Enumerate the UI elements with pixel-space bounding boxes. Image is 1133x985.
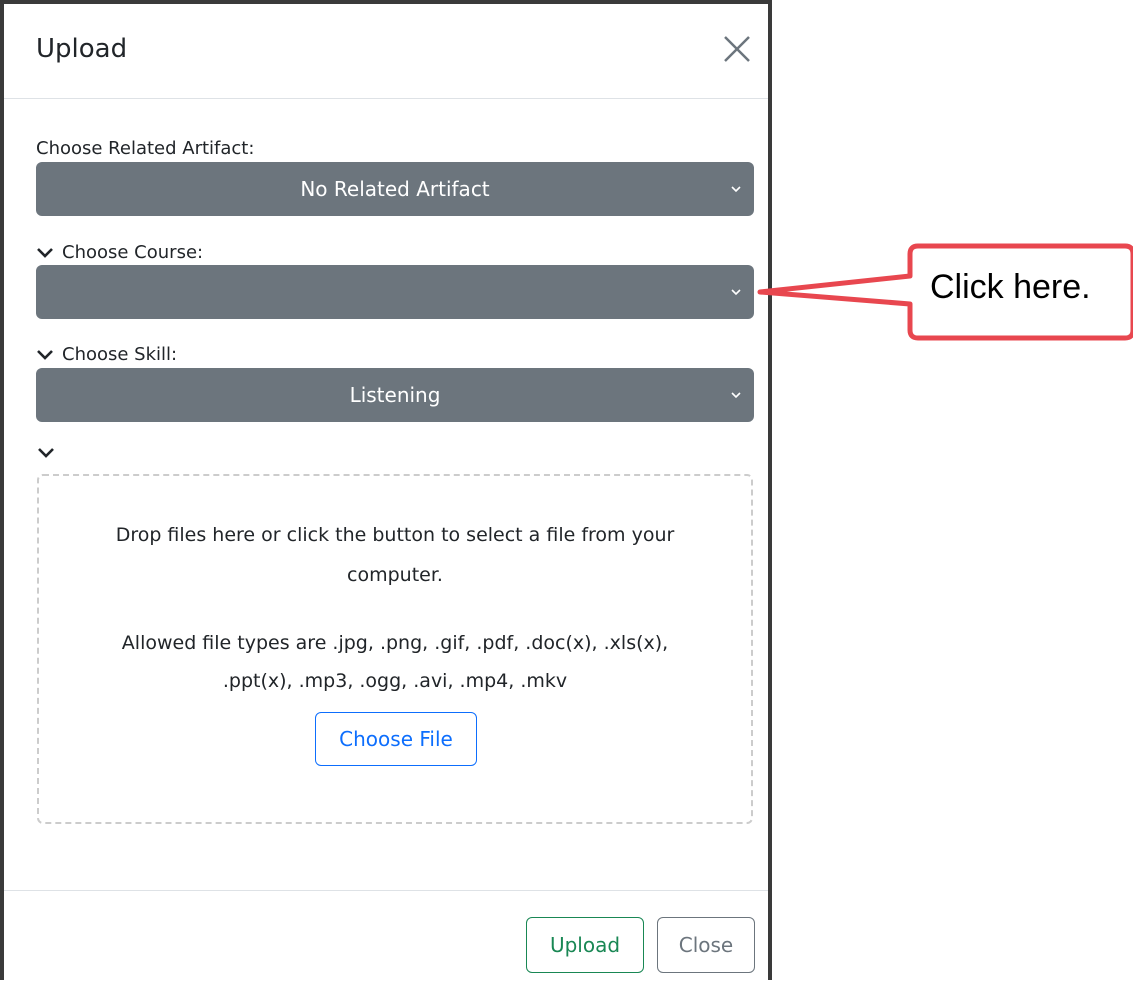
- upload-button[interactable]: Upload: [526, 917, 644, 973]
- related-artifact-value: No Related Artifact: [300, 177, 490, 201]
- course-label: Choose Course:: [62, 242, 204, 263]
- choose-file-button[interactable]: Choose File: [315, 712, 477, 766]
- skill-label: Choose Skill:: [62, 344, 178, 365]
- callout-text: Click here.: [930, 268, 1091, 306]
- modal-header: Upload: [4, 4, 768, 99]
- related-artifact-select[interactable]: No Related Artifact: [36, 162, 754, 216]
- course-label-row: Choose Course:: [36, 242, 203, 263]
- chevron-down-icon: [731, 289, 741, 296]
- skill-select[interactable]: Listening: [36, 368, 754, 422]
- skill-value: Listening: [349, 383, 441, 407]
- chevron-down-icon[interactable]: [36, 348, 54, 362]
- course-select[interactable]: [36, 265, 754, 319]
- file-dropzone[interactable]: Drop files here or click the button to s…: [37, 474, 753, 824]
- skill-label-row: Choose Skill:: [36, 344, 177, 365]
- close-icon[interactable]: [722, 34, 752, 64]
- modal-footer: Upload Close: [4, 890, 768, 985]
- dropzone-instructions-line1: Drop files here or click the button to s…: [115, 524, 675, 546]
- allowed-types-line2: .ppt(x), .mp3, .ogg, .avi, .mp4, .mkv: [222, 670, 568, 692]
- related-artifact-label: Choose Related Artifact:: [36, 138, 255, 159]
- dropzone-instructions-line2: computer.: [347, 564, 443, 586]
- upload-modal: Upload Choose Related Artifact: No Relat…: [0, 0, 772, 980]
- close-button[interactable]: Close: [657, 917, 755, 973]
- modal-title: Upload: [36, 34, 128, 64]
- chevron-down-icon: [731, 392, 741, 399]
- chevron-down-icon[interactable]: [37, 446, 55, 460]
- chevron-down-icon[interactable]: [36, 246, 54, 260]
- allowed-types-line1: Allowed file types are .jpg, .png, .gif,…: [121, 632, 669, 654]
- chevron-down-icon: [731, 186, 741, 193]
